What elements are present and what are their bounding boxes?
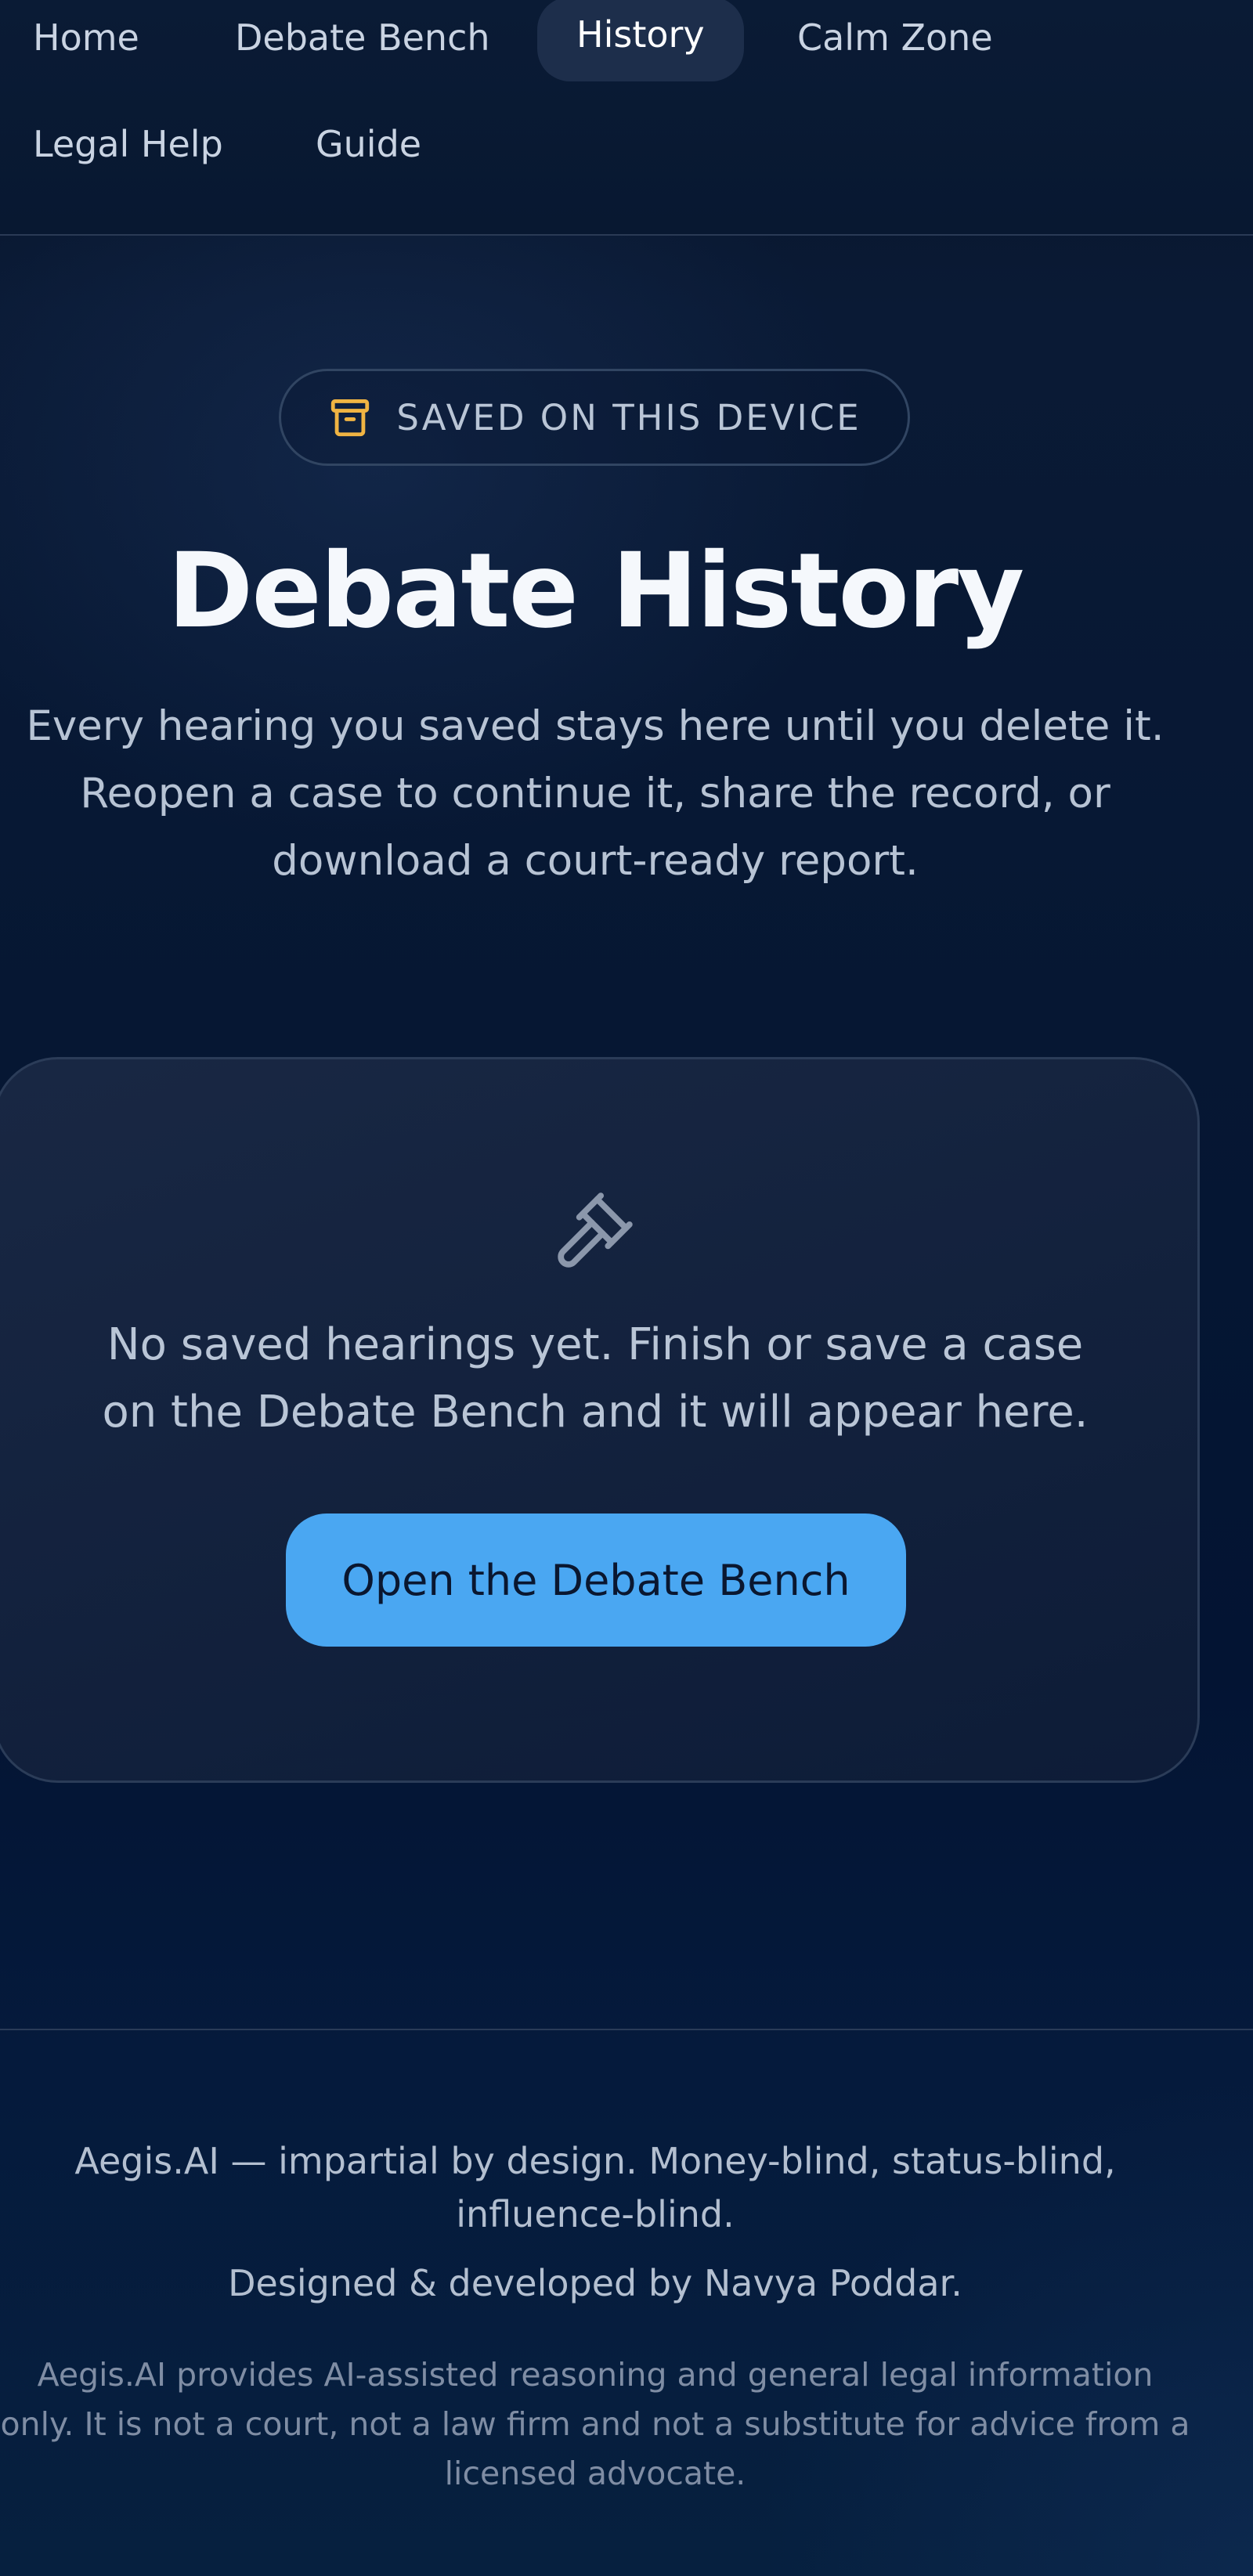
saved-on-device-badge: SAVED ON THIS DEVICE bbox=[279, 369, 910, 466]
nav-item-legal-help[interactable]: Legal Help bbox=[33, 126, 223, 162]
top-nav: Home Debate Bench History Calm Zone Lega… bbox=[0, 0, 1253, 236]
footer-tagline: Aegis.AI — impartial by design. Money-bl… bbox=[74, 2140, 1116, 2235]
page-description: Every hearing you saved stays here until… bbox=[26, 702, 1165, 885]
archive-box-icon bbox=[331, 399, 370, 437]
badge-label: SAVED ON THIS DEVICE bbox=[396, 396, 861, 438]
footer-disclaimer: Aegis.AI provides AI-assisted reasoning … bbox=[0, 2356, 1190, 2492]
nav-item-guide[interactable]: Guide bbox=[316, 126, 421, 162]
nav-item-home[interactable]: Home bbox=[33, 20, 139, 56]
nav-item-history[interactable]: History bbox=[537, 0, 744, 81]
nav-item-debate-bench[interactable]: Debate Bench bbox=[235, 20, 490, 56]
open-debate-bench-button[interactable]: Open the Debate Bench bbox=[286, 1513, 906, 1647]
nav-item-calm-zone[interactable]: Calm Zone bbox=[797, 20, 993, 56]
empty-state-message: No saved hearings yet. Finish or save a … bbox=[102, 1319, 1089, 1438]
page-title: Debate History bbox=[167, 531, 1024, 651]
gavel-icon bbox=[558, 1192, 633, 1268]
footer-divider bbox=[0, 2029, 1253, 2030]
footer-credit: Designed & developed by Navya Poddar. bbox=[228, 2262, 962, 2304]
